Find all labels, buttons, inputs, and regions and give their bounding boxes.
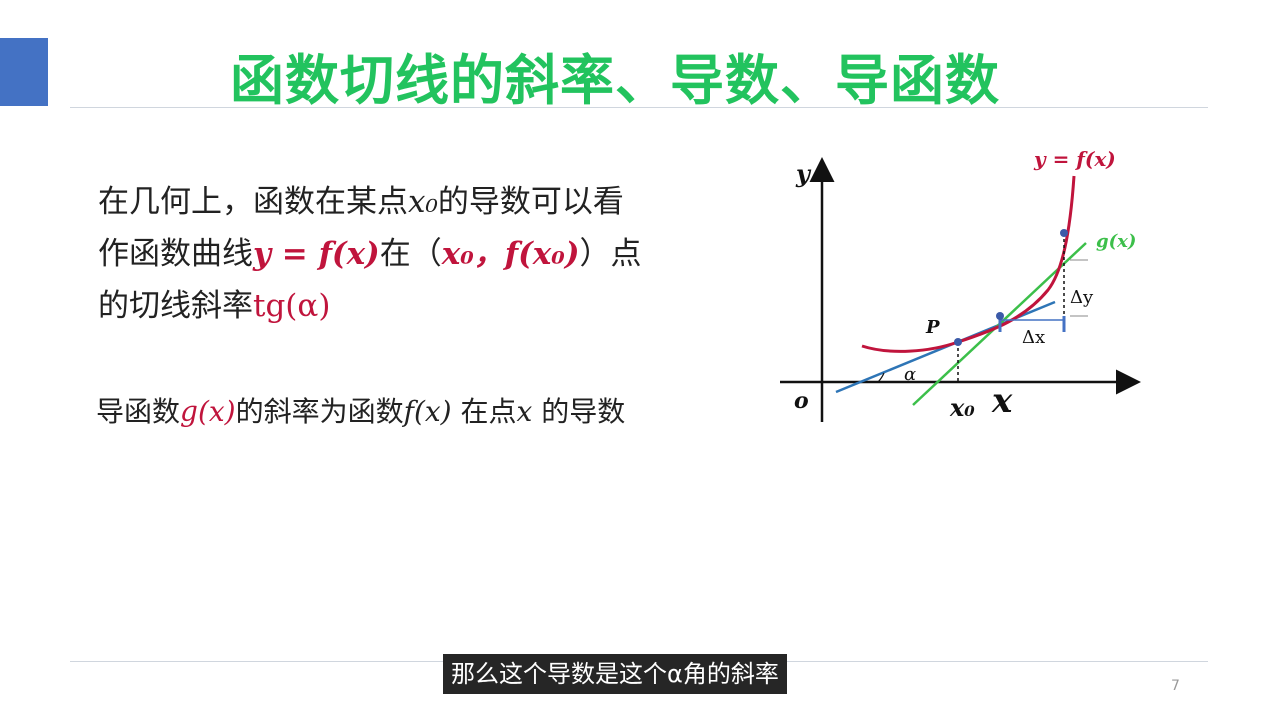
point-top (1060, 229, 1068, 237)
alpha-label: α (904, 364, 916, 385)
para-text-2a: 作函数曲线 (98, 236, 253, 272)
para-x0: x₀ (408, 184, 438, 220)
point-p (954, 338, 962, 346)
page-number: 7 (1171, 678, 1180, 694)
origin-label: o (794, 388, 809, 414)
statement-c: 在点 (451, 395, 517, 428)
x-axis-label: x (991, 381, 1013, 421)
statement-f: f(x) (403, 395, 452, 428)
para-text-2c: ）点 (579, 236, 642, 272)
para-text-1b: 的导数可以看 (437, 184, 624, 220)
dx-label: Δx (1022, 327, 1045, 348)
point-p-label: P (925, 317, 940, 338)
point-mid (996, 312, 1004, 320)
derivative-statement: 导函数g(x)的斜率为函数f(x) 在点x 的导数 (96, 390, 625, 430)
x0-label: x₀ (949, 393, 975, 422)
title-accent-block (0, 38, 48, 106)
para-text-2b: 在（ (379, 236, 442, 272)
statement-b: 的斜率为函数 (235, 395, 404, 428)
slide-title: 函数切线的斜率、导数、导函数 (230, 49, 1000, 112)
gx-label: g(x) (1096, 231, 1136, 252)
definition-paragraph: 在几何上，函数在某点x₀的导数可以看 作函数曲线y = f(x)在（x₀，f(x… (98, 176, 758, 332)
statement-d: 的导数 (532, 395, 626, 428)
para-text-3a: 的切线斜率 (98, 288, 253, 324)
curve-fx (861, 175, 1076, 353)
y-axis-label: y (795, 159, 812, 188)
statement-g: g(x) (180, 395, 236, 428)
curve-label: y = f(x) (1033, 147, 1116, 171)
statement-x: x (516, 395, 533, 428)
statement-a: 导函数 (96, 395, 181, 428)
para-curve-equation: y = f(x) (253, 236, 380, 272)
title-divider (70, 107, 1208, 108)
para-point: x₀，f(x₀) (441, 236, 580, 272)
para-tangent-expr: tg(α) (253, 288, 331, 324)
tangent-diagram: y o x x₀ P α y = f(x) g(x) Δy Δx (780, 147, 1141, 422)
dy-label: Δy (1070, 287, 1094, 308)
para-text-1a: 在几何上，函数在某点 (98, 184, 408, 220)
subtitle-caption: 那么这个导数是这个α角的斜率 (443, 654, 787, 694)
